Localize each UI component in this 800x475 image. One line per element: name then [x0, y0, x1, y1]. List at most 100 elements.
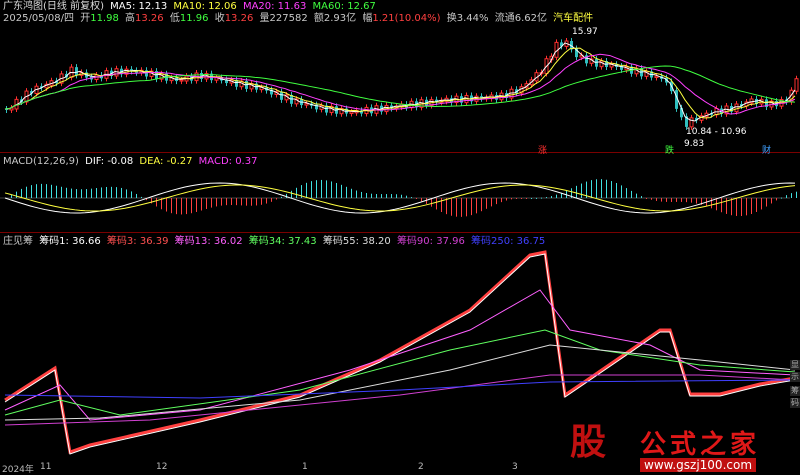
macd-bar	[491, 198, 492, 207]
macd-bar	[521, 198, 522, 199]
macd-bar	[751, 198, 752, 214]
side-button[interactable]: 示	[790, 372, 800, 382]
macd-bar	[396, 194, 397, 198]
macd-bar	[651, 198, 652, 200]
macd-bar	[21, 188, 22, 198]
macd-bar	[781, 197, 782, 199]
chip-55: 筹码55: 38.20	[322, 236, 391, 247]
watermark: 股 公式之家 www.gszj100.com	[560, 420, 800, 472]
macd-bar	[166, 198, 167, 212]
macd-bar	[696, 198, 697, 204]
macd-bar	[221, 198, 222, 206]
macd-bar	[231, 198, 232, 206]
macd-bar	[606, 179, 607, 198]
macd-bar	[16, 191, 17, 198]
x-tick: 1	[302, 462, 308, 472]
macd-bar	[206, 198, 207, 209]
macd-bar	[406, 195, 407, 198]
macd-bar	[681, 198, 682, 202]
macd-bar	[51, 184, 52, 198]
macd-bar	[766, 198, 767, 207]
macd-bar	[581, 183, 582, 198]
tag-zhang[interactable]: 涨	[538, 143, 547, 156]
side-button[interactable]: 筹	[790, 386, 800, 396]
side-button[interactable]: 码	[790, 398, 800, 408]
tag-cai[interactable]: 财	[762, 143, 771, 156]
macd-dea: DEA: -0.27	[139, 156, 193, 167]
macd-bar	[506, 198, 507, 201]
macd-bar	[441, 198, 442, 213]
chip-title[interactable]: 庄见筹	[3, 236, 33, 247]
macd-bar	[291, 190, 292, 198]
macd-bar	[391, 194, 392, 198]
macd-bar	[211, 198, 212, 208]
macd-bar	[411, 197, 412, 199]
macd-bar	[536, 197, 537, 199]
macd-bar	[181, 198, 182, 215]
macd-bar	[461, 198, 462, 217]
macd-bar	[316, 180, 317, 198]
macd-bar	[451, 198, 452, 216]
macd-bar	[756, 198, 757, 212]
macd-bar	[641, 196, 642, 198]
macd-bar	[431, 198, 432, 207]
macd-bar	[366, 193, 367, 198]
macd-header: MACD(12,26,9) DIF: -0.08 DEA: -0.27 MACD…	[3, 156, 260, 168]
macd-bar	[686, 198, 687, 203]
watermark-url[interactable]: www.gszj100.com	[640, 458, 757, 472]
macd-bar	[556, 194, 557, 198]
macd-bar	[196, 198, 197, 212]
macd-bar	[531, 197, 532, 199]
macd-bar	[71, 188, 72, 198]
peak-price: 15.97	[572, 27, 598, 37]
macd-bar	[661, 198, 662, 202]
macd-bar	[771, 198, 772, 204]
chip-34-line	[4, 329, 796, 416]
macd-bar	[81, 189, 82, 198]
x-tick: 3	[512, 462, 518, 472]
macd-bar	[636, 193, 637, 198]
tag-die[interactable]: 跌	[665, 143, 674, 156]
macd-bar	[401, 194, 402, 198]
macd-bar	[36, 184, 37, 198]
macd-bar	[711, 198, 712, 209]
macd-bar	[426, 198, 427, 204]
macd-bar	[241, 198, 242, 206]
x-tick: 11	[40, 462, 52, 472]
low-price: 9.83	[684, 139, 705, 149]
macd-bar	[111, 186, 112, 198]
macd-bar	[476, 198, 477, 214]
macd-bar	[261, 198, 262, 205]
macd-bar	[671, 198, 672, 202]
macd-bar	[436, 198, 437, 210]
candle-body	[304, 103, 309, 106]
macd-bar	[736, 198, 737, 216]
macd-bar	[761, 198, 762, 210]
macd-bar	[601, 179, 602, 198]
side-button[interactable]: 显	[790, 360, 800, 370]
macd-bar	[321, 179, 322, 198]
macd-title[interactable]: MACD(12,26,9)	[3, 156, 79, 167]
pane-divider	[0, 152, 800, 153]
macd-bar	[46, 184, 47, 198]
macd-bar	[346, 186, 347, 198]
candle-body	[654, 75, 659, 79]
macd-bar	[41, 183, 42, 198]
macd-bar	[656, 198, 657, 201]
candle-body	[179, 79, 184, 82]
macd-bar	[591, 180, 592, 198]
macd-bar	[646, 198, 647, 199]
macd-bar	[691, 198, 692, 203]
chip-90: 筹码90: 37.96	[396, 236, 465, 247]
candle-body	[689, 117, 694, 128]
macd-bar	[136, 193, 137, 198]
chip-header: 庄见筹 筹码1: 36.66 筹码3: 36.39 筹码13: 36.02 筹码…	[3, 236, 548, 248]
macd-bar	[741, 198, 742, 217]
macd-bar	[516, 198, 517, 199]
macd-bar	[676, 198, 677, 202]
macd-bar	[201, 198, 202, 211]
macd-bar	[296, 187, 297, 198]
candle-body	[794, 78, 799, 92]
macd-bar	[76, 189, 77, 198]
macd-bar	[611, 181, 612, 198]
